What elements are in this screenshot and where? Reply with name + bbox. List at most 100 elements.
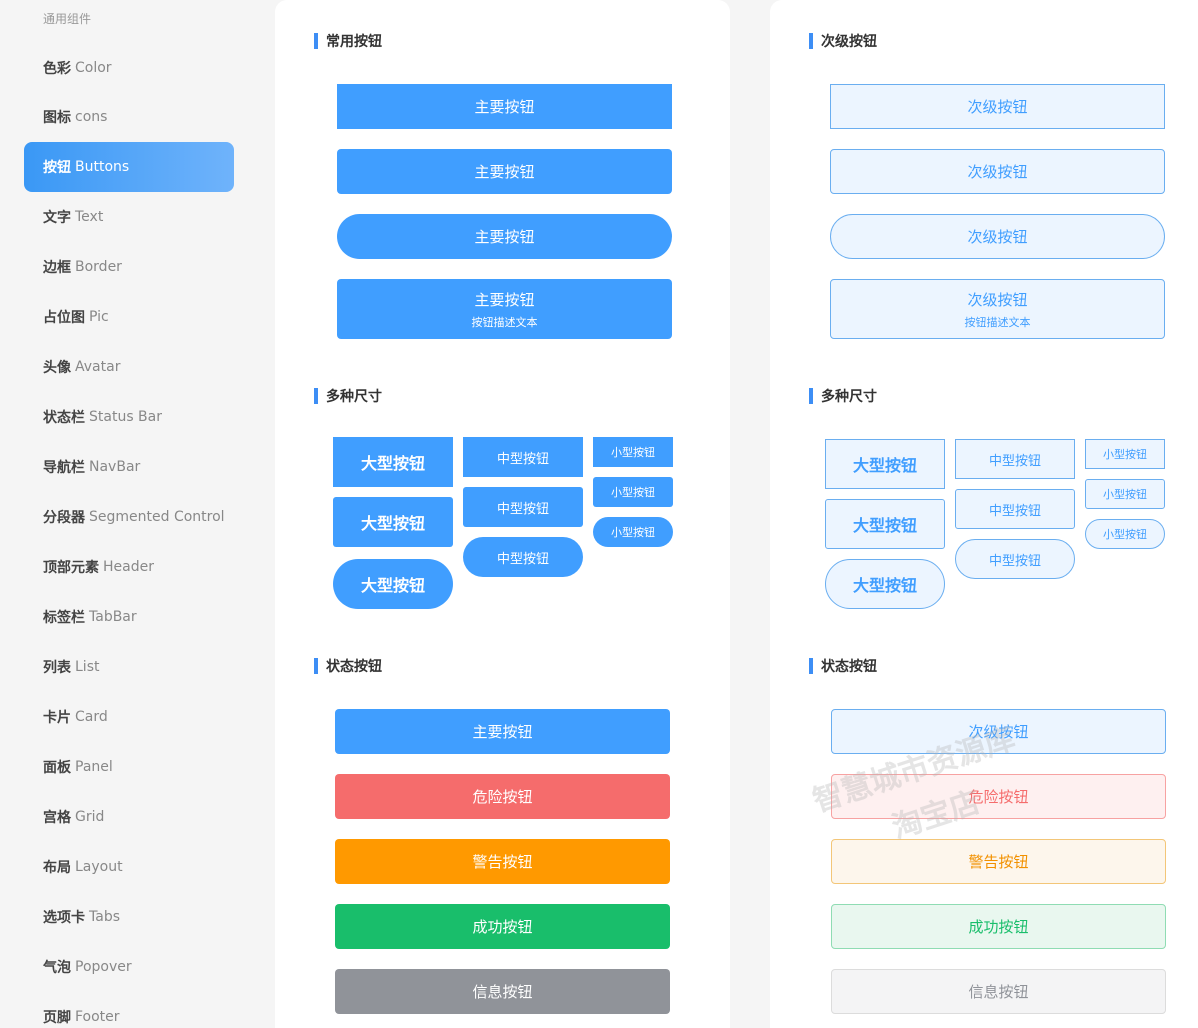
sidebar-item-cn: 文字 (43, 210, 71, 226)
button-label: 小型按钮 (611, 446, 655, 459)
sidebar-item-header[interactable]: 顶部元素 Header (24, 542, 234, 592)
sidebar-item-en: Buttons (75, 159, 130, 175)
button-label: 主要按钮 (474, 290, 535, 309)
button-label: 大型按钮 (852, 576, 917, 595)
sidebar-item-text[interactable]: 文字 Text (24, 192, 234, 242)
sidebar-item-en: Segmented Control (89, 509, 225, 525)
section-title-text: 次级按钮 (821, 34, 877, 50)
secondary-medium-rounded[interactable]: 中型按钮 (955, 489, 1075, 529)
sidebar-item-cn: 导航栏 (43, 460, 85, 476)
section-title-text: 多种尺寸 (821, 389, 877, 405)
button-label: 中型按钮 (988, 553, 1041, 569)
button-label: 大型按钮 (360, 454, 425, 473)
button-label: 中型按钮 (496, 501, 549, 517)
secondary-button-pill[interactable]: 次级按钮 (830, 214, 1165, 259)
secondary-buttons-panel: 次级按钮 次级按钮 次级按钮 次级按钮 次级按钮 按钮描述文本 多种尺寸 大型按钮… (770, 0, 1198, 1028)
secondary-large-rounded[interactable]: 大型按钮 (825, 499, 945, 549)
info-button[interactable]: 信息按钮 (335, 969, 670, 1014)
warning-button[interactable]: 警告按钮 (335, 839, 670, 884)
button-label: 警告按钮 (968, 853, 1029, 871)
sidebar-item-navbar[interactable]: 导航栏 NavBar (24, 442, 234, 492)
secondary-large-pill[interactable]: 大型按钮 (825, 559, 945, 609)
success-outline-button[interactable]: 成功按钮 (831, 904, 1166, 949)
sidebar-item-tabbar[interactable]: 标签栏 TabBar (24, 592, 234, 642)
primary-small-pill[interactable]: 小型按钮 (593, 517, 673, 547)
sidebar-item-icons[interactable]: 图标 cons (24, 92, 234, 142)
sidebar-item-cn: 色彩 (43, 61, 71, 77)
section-title-secondary: 次级按钮 (809, 31, 877, 51)
primary-medium-square[interactable]: 中型按钮 (463, 437, 583, 477)
sidebar-item-cn: 按钮 (43, 160, 71, 176)
sidebar-item-list[interactable]: 列表 List (24, 642, 234, 692)
primary-medium-pill[interactable]: 中型按钮 (463, 537, 583, 577)
sidebar-item-en: Popover (75, 959, 132, 975)
sidebar-group-title: 通用组件 (43, 12, 92, 26)
button-label: 大型按钮 (852, 516, 917, 535)
button-label: 小型按钮 (611, 526, 655, 539)
primary-status-button[interactable]: 主要按钮 (335, 709, 670, 754)
success-button[interactable]: 成功按钮 (335, 904, 670, 949)
sidebar-item-cn: 选项卡 (43, 910, 85, 926)
primary-small-rounded[interactable]: 小型按钮 (593, 477, 673, 507)
primary-large-rounded[interactable]: 大型按钮 (333, 497, 453, 547)
primary-button-square[interactable]: 主要按钮 (337, 84, 672, 129)
secondary-button-with-desc[interactable]: 次级按钮 按钮描述文本 (830, 279, 1165, 339)
sidebar-item-card[interactable]: 卡片 Card (24, 692, 234, 742)
sidebar-item-cn: 气泡 (43, 960, 71, 976)
primary-large-pill[interactable]: 大型按钮 (333, 559, 453, 609)
primary-small-square[interactable]: 小型按钮 (593, 437, 673, 467)
button-label: 主要按钮 (474, 163, 535, 181)
title-bar-marker (809, 33, 813, 49)
secondary-button-rounded[interactable]: 次级按钮 (830, 149, 1165, 194)
info-outline-button[interactable]: 信息按钮 (831, 969, 1166, 1014)
danger-outline-button[interactable]: 危险按钮 (831, 774, 1166, 819)
primary-button-with-desc[interactable]: 主要按钮按钮描述文本 (337, 279, 672, 339)
sidebar-item-color[interactable]: 色彩 Color (24, 43, 234, 93)
sidebar-item-pic[interactable]: 占位图 Pic (24, 292, 234, 342)
secondary-medium-square[interactable]: 中型按钮 (955, 439, 1075, 479)
warning-outline-button[interactable]: 警告按钮 (831, 839, 1166, 884)
sidebar-item-status-bar[interactable]: 状态栏 Status Bar (24, 392, 234, 442)
sidebar-item-en: Status Bar (89, 409, 163, 425)
button-label: 次级按钮 (968, 723, 1029, 741)
button-label: 大型按钮 (360, 576, 425, 595)
sidebar-item-border[interactable]: 边框 Border (24, 242, 234, 292)
sidebar-item-cn: 状态栏 (43, 410, 85, 426)
sidebar-item-layout[interactable]: 布局 Layout (24, 842, 234, 892)
secondary-medium-pill[interactable]: 中型按钮 (955, 539, 1075, 579)
sidebar-item-popover[interactable]: 气泡 Popover (24, 942, 234, 992)
button-label: 中型按钮 (988, 503, 1041, 519)
button-label: 大型按钮 (852, 456, 917, 475)
sidebar-item-cn: 布局 (43, 860, 71, 876)
sidebar-item-avatar[interactable]: 头像 Avatar (24, 342, 234, 392)
button-label: 大型按钮 (360, 514, 425, 533)
sidebar-item-segmented-control[interactable]: 分段器 Segmented Control (24, 492, 234, 542)
secondary-large-square[interactable]: 大型按钮 (825, 439, 945, 489)
sidebar-item-en: Layout (75, 859, 123, 875)
danger-button[interactable]: 危险按钮 (335, 774, 670, 819)
sidebar-item-cn: 图标 (43, 110, 71, 126)
button-desc: 按钮描述文本 (471, 315, 538, 329)
secondary-small-pill[interactable]: 小型按钮 (1085, 519, 1165, 549)
sidebar-item-tabs[interactable]: 选项卡 Tabs (24, 892, 234, 942)
primary-button-rounded[interactable]: 主要按钮 (337, 149, 672, 194)
sidebar-item-cn: 卡片 (43, 710, 71, 726)
primary-large-square[interactable]: 大型按钮 (333, 437, 453, 487)
title-bar-marker (809, 388, 813, 404)
primary-button-pill[interactable]: 主要按钮 (337, 214, 672, 259)
primary-medium-rounded[interactable]: 中型按钮 (463, 487, 583, 527)
sidebar-item-en: cons (75, 109, 108, 125)
secondary-small-rounded[interactable]: 小型按钮 (1085, 479, 1165, 509)
section-title-common: 常用按钮 (314, 31, 382, 51)
secondary-small-square[interactable]: 小型按钮 (1085, 439, 1165, 469)
secondary-status-button[interactable]: 次级按钮 (831, 709, 1166, 754)
sidebar-item-footer[interactable]: 页脚 Footer (24, 992, 234, 1028)
sidebar-item-en: NavBar (89, 459, 141, 475)
sidebar-item-cn: 宫格 (43, 810, 71, 826)
sidebar-item-buttons[interactable]: 按钮 Buttons (24, 142, 234, 192)
section-title-text: 状态按钮 (326, 659, 382, 675)
sidebar-item-panel[interactable]: 面板 Panel (24, 742, 234, 792)
sidebar-item-grid[interactable]: 宫格 Grid (24, 792, 234, 842)
section-title-status: 状态按钮 (809, 656, 877, 676)
secondary-button-square[interactable]: 次级按钮 (830, 84, 1165, 129)
